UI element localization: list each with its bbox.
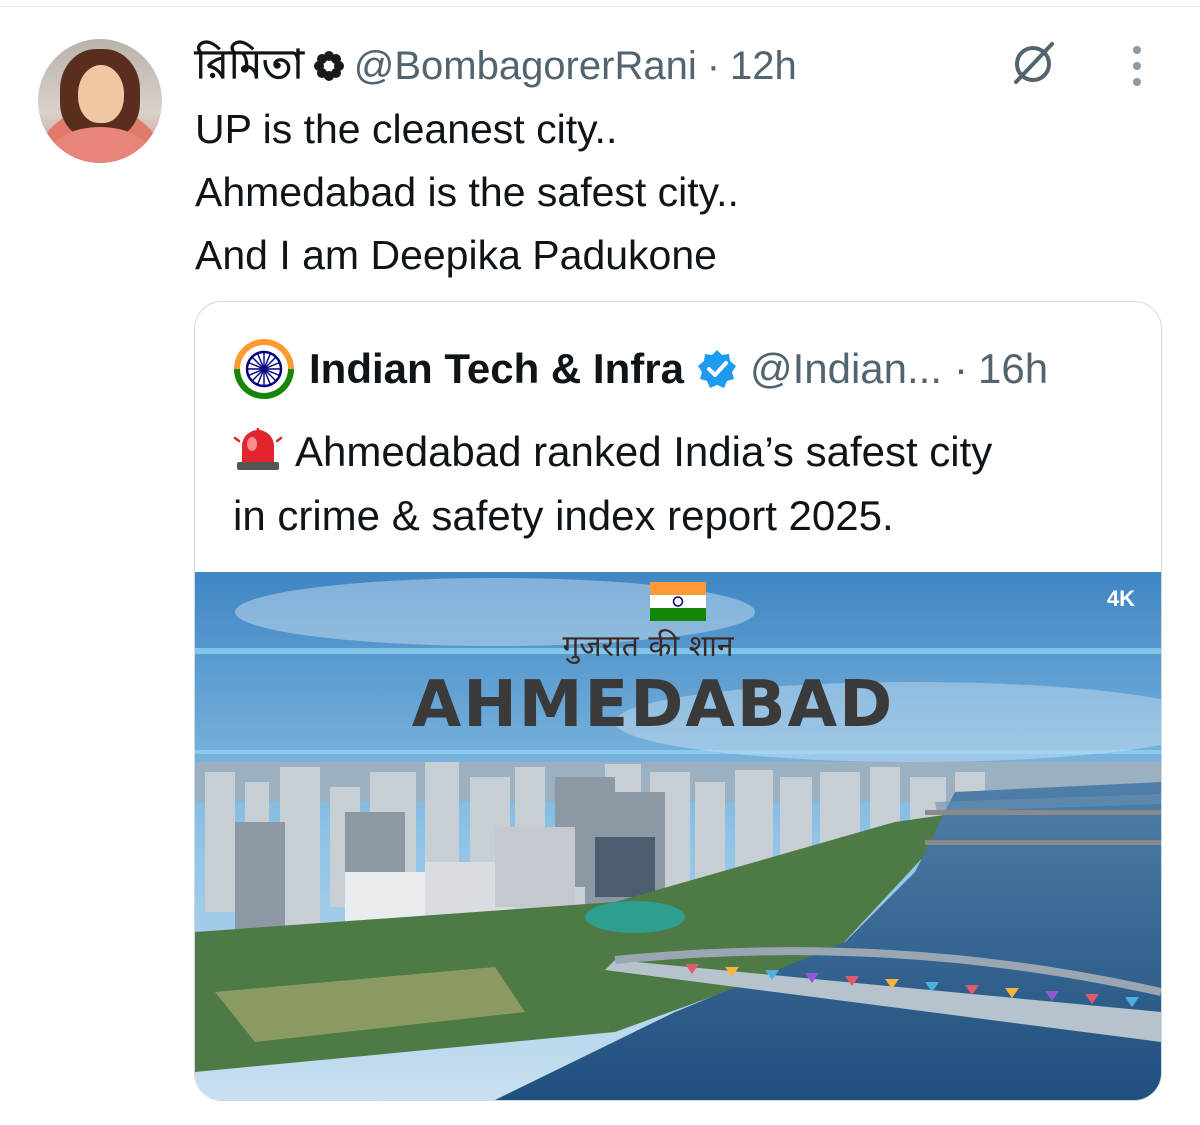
avatar-body xyxy=(48,127,152,163)
author-display-name[interactable]: রিমিতা xyxy=(195,33,304,100)
police-siren-icon xyxy=(233,428,283,470)
quoted-line-text: Ahmedabad ranked India’s safest city xyxy=(295,428,993,475)
tweet-line: Ahmedabad is the safest city.. xyxy=(195,169,739,215)
quoted-line: in crime & safety index report 2025. xyxy=(233,492,894,539)
quoted-timestamp[interactable]: 16h xyxy=(978,345,1048,393)
quoted-separator: · xyxy=(954,345,969,392)
quoted-display-name[interactable]: Indian Tech & Infra xyxy=(309,345,684,393)
media-hindi-caption: गुजरात की शान xyxy=(562,629,734,664)
author-avatar[interactable] xyxy=(38,39,162,163)
avatar-face xyxy=(78,65,124,123)
quoted-tweet-header: Indian Tech & Infra @Indian... · 16h xyxy=(233,338,1048,400)
quoted-line: Ahmedabad ranked India’s safest city xyxy=(233,420,1133,484)
ashoka-chakra-icon[interactable] xyxy=(233,338,295,400)
tweet-line: And I am Deepika Padukone xyxy=(195,232,717,278)
quoted-media-image[interactable]: गुजरात की शान AHMEDABAD 4K xyxy=(195,572,1161,1100)
top-divider xyxy=(0,6,1200,7)
resolution-badge: 4K xyxy=(1106,586,1135,611)
tweet-timestamp[interactable]: 12h xyxy=(730,44,797,89)
quoted-tweet[interactable]: Indian Tech & Infra @Indian... · 16h Ahm… xyxy=(194,301,1162,1101)
quoted-handle[interactable]: @Indian... xyxy=(750,345,942,393)
tweet-line: UP is the cleanest city.. xyxy=(195,106,618,152)
more-options-icon[interactable] xyxy=(1128,44,1146,88)
author-handle[interactable]: @BombagorerRani xyxy=(354,44,697,89)
verified-badge-icon xyxy=(697,350,736,388)
media-title: AHMEDABAD xyxy=(411,668,895,742)
indian-flag-icon xyxy=(650,582,706,621)
tweet-body: UP is the cleanest city.. Ahmedabad is t… xyxy=(195,98,1095,287)
grok-icon[interactable] xyxy=(1006,40,1060,86)
flower-badge-icon xyxy=(313,51,344,81)
tweet-header: রিমিতা @BombagorerRani · 12h xyxy=(195,40,797,92)
quoted-tweet-body: Ahmedabad ranked India’s safest city in … xyxy=(233,420,1133,548)
header-separator: · xyxy=(706,43,721,88)
